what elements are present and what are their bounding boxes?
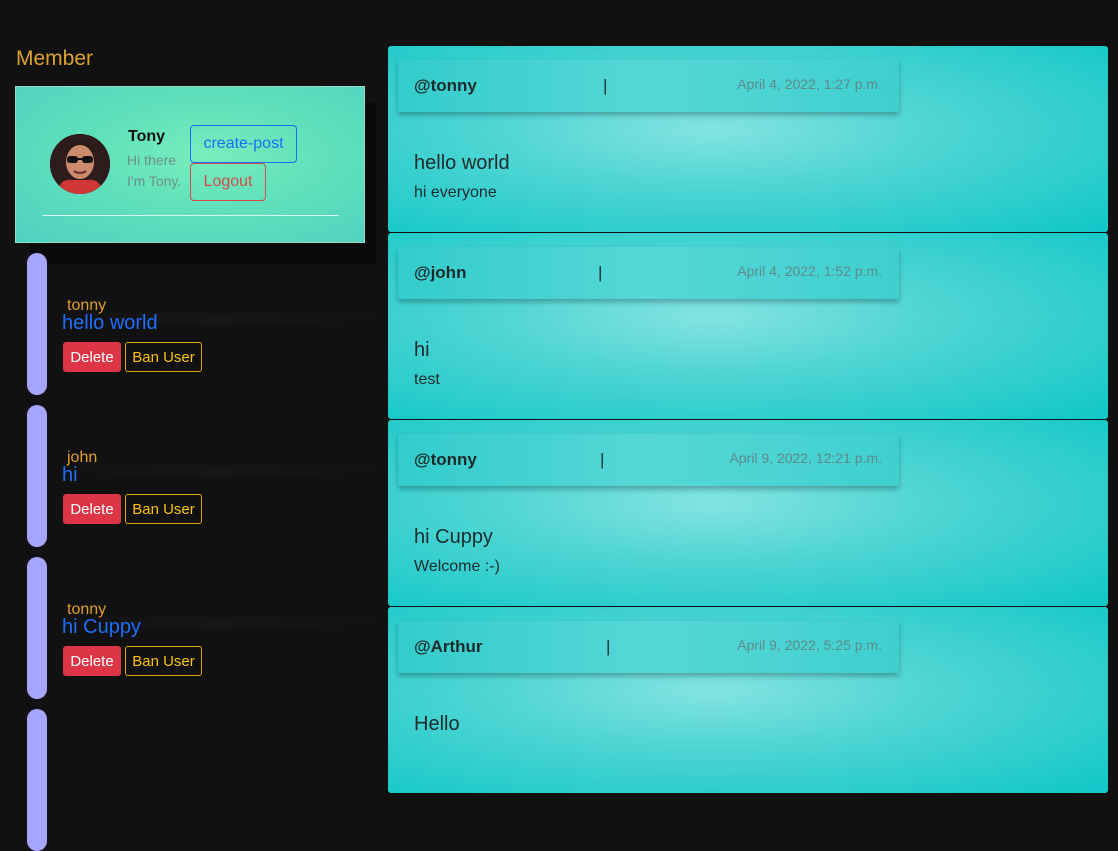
profile-bio: Hi there I'm Tony.: [127, 152, 182, 189]
post-body: test: [414, 371, 440, 388]
create-post-button[interactable]: create-post: [190, 125, 297, 163]
avatar[interactable]: [50, 134, 110, 194]
post-date: April 9, 2022, 12:21 p.m.: [729, 450, 882, 466]
post-header: @tonny | April 4, 2022, 1:27 p.m.: [398, 60, 899, 112]
post-card: @john | April 4, 2022, 1:52 p.m. hi test: [388, 233, 1108, 419]
member-post-item: tonny hello world Delete Ban User: [27, 253, 387, 395]
member-item-bar: [27, 405, 47, 547]
member-post-item: john hi Delete Ban User: [27, 405, 387, 547]
member-item-title-link[interactable]: hello world: [62, 312, 158, 335]
post-title: hi Cuppy: [414, 526, 493, 548]
post-card: @tonny | April 9, 2022, 12:21 p.m. hi Cu…: [388, 420, 1108, 606]
delete-button[interactable]: Delete: [63, 494, 121, 524]
post-username[interactable]: @tonny: [414, 76, 477, 96]
logout-button[interactable]: Logout: [190, 163, 266, 201]
post-separator: |: [598, 263, 603, 282]
member-item-bar: [27, 557, 47, 699]
post-separator: |: [603, 76, 608, 95]
member-item-bar: [27, 253, 47, 395]
ban-user-button[interactable]: Ban User: [125, 342, 202, 372]
post-username[interactable]: @Arthur: [414, 637, 483, 657]
post-username[interactable]: @john: [414, 263, 466, 283]
post-date: April 4, 2022, 1:52 p.m.: [737, 263, 882, 279]
post-card: @Arthur | April 9, 2022, 5:25 p.m. Hello: [388, 607, 1108, 793]
avatar-image: [50, 134, 110, 194]
post-separator: |: [600, 450, 605, 469]
post-card: @tonny | April 4, 2022, 1:27 p.m. hello …: [388, 46, 1108, 232]
profile-card: Tony Hi there I'm Tony. create-post Logo…: [15, 86, 365, 243]
post-header: @john | April 4, 2022, 1:52 p.m.: [398, 247, 899, 299]
post-body: hi everyone: [414, 184, 497, 201]
sidebar-title: Member: [16, 47, 94, 70]
member-item-stripe: [49, 465, 387, 477]
member-item-title-link[interactable]: hi Cuppy: [62, 616, 141, 639]
post-date: April 4, 2022, 1:27 p.m.: [737, 76, 882, 92]
post-header: @Arthur | April 9, 2022, 5:25 p.m.: [398, 621, 899, 673]
post-header: @tonny | April 9, 2022, 12:21 p.m.: [398, 434, 899, 486]
profile-name: Tony: [128, 128, 166, 145]
profile-divider: [42, 215, 339, 216]
delete-button[interactable]: Delete: [63, 342, 121, 372]
ban-user-button[interactable]: Ban User: [125, 494, 202, 524]
member-item-title-link[interactable]: hi: [62, 464, 78, 487]
member-post-item: tonny hi Cuppy Delete Ban User: [27, 557, 387, 699]
post-separator: |: [606, 637, 611, 656]
top-bar: [0, 0, 1118, 46]
delete-button[interactable]: Delete: [63, 646, 121, 676]
post-body: Welcome :-): [414, 558, 500, 575]
post-username[interactable]: @tonny: [414, 450, 477, 470]
post-date: April 9, 2022, 5:25 p.m.: [737, 637, 882, 653]
ban-user-button[interactable]: Ban User: [125, 646, 202, 676]
member-item-bar: [27, 709, 47, 851]
post-title: Hello: [414, 713, 460, 735]
post-title: hi: [414, 339, 430, 361]
post-title: hello world: [414, 152, 510, 174]
member-post-item: [27, 709, 387, 851]
